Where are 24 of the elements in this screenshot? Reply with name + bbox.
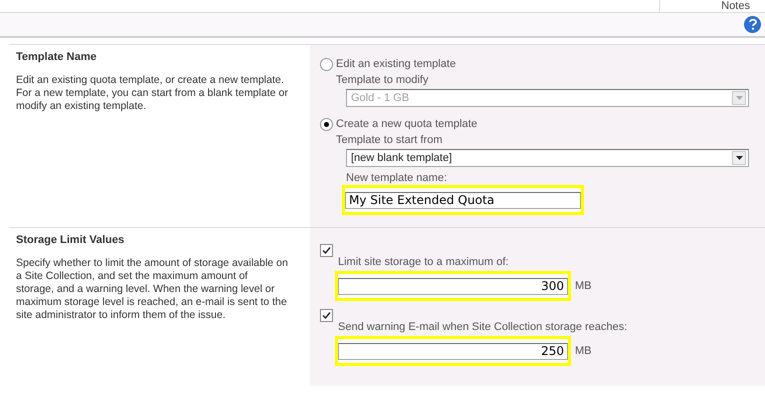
checkbox[interactable] [320,309,333,322]
notes-label[interactable]: Notes [721,1,750,12]
section-title: Template Name [16,50,98,65]
radio-button[interactable] [320,118,333,130]
section-title: Storage Limit Values [16,233,126,248]
radio-label: Edit an existing template [336,57,456,71]
field-label: New template name: [346,171,448,185]
storage-input[interactable]: 300 [338,278,568,294]
section-description: Specify whether to limit the amount of storage available on a Site Collection, and set the maximum amount of storage, and a warning level. When the warning level or maximum storage level is reached, an e-mail is sent to the site administrator to inform them of the issue. [16,256,289,322]
template-dropdown[interactable]: [new blank template] [346,149,749,167]
unit-label: MB [575,344,592,359]
help-icon[interactable] [744,16,761,33]
checkbox[interactable] [320,244,333,257]
section-description: Edit an existing quota template, or create a new template. For a new template, you can start from a blank template or modify an existing template. [16,74,289,112]
checkmark-icon [322,311,331,320]
radio-label: Create a new quota template [336,117,478,131]
template-name-input[interactable]: My Site Extended Quota [345,192,581,208]
checkbox-label: Send warning E-mail when Site Collection storage reaches: [338,321,628,334]
unit-label: MB [575,278,592,294]
checkmark-icon [322,246,331,255]
field-label: Template to start from [336,133,444,147]
checkbox-label: Limit site storage to a maximum of: [338,256,510,269]
storage-input[interactable]: 250 [338,342,568,360]
field-label: Template to modify [336,73,430,87]
